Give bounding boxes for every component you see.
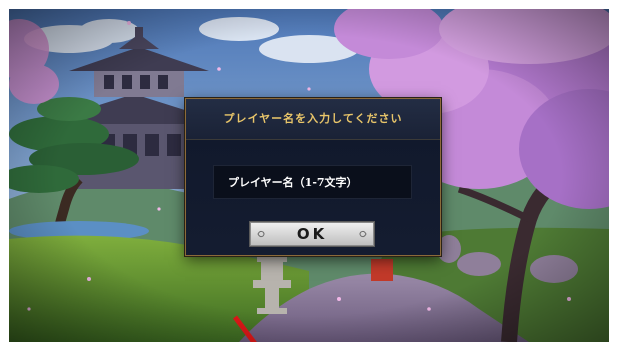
player-name-input[interactable]: [213, 165, 412, 199]
player-name-dialog: プレイヤー名を入力してください OK: [185, 98, 441, 256]
dialog-title: プレイヤー名を入力してください: [223, 112, 403, 125]
game-viewport: プレイヤー名を入力してください OK: [9, 9, 609, 342]
dialog-header: プレイヤー名を入力してください: [186, 99, 440, 140]
ornament-right-icon: [359, 230, 367, 238]
ok-label: OK: [296, 225, 328, 243]
ok-button[interactable]: OK: [249, 221, 375, 247]
